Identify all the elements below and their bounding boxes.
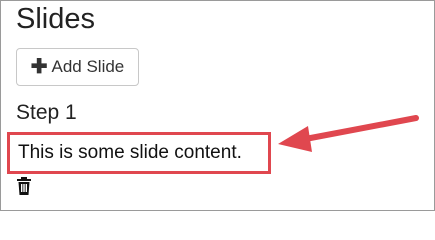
plus-icon: ✚ (30, 56, 48, 78)
add-slide-label: Add Slide (51, 57, 125, 76)
slide-content-highlight: This is some slide content. (7, 132, 271, 174)
page-title: Slides (16, 3, 95, 35)
annotation-arrow-icon (278, 115, 419, 152)
trash-icon[interactable] (16, 177, 32, 195)
slide-step-heading: Step 1 (16, 101, 77, 124)
add-slide-button[interactable]: ✚ Add Slide (16, 48, 139, 86)
slide-content-text: This is some slide content. (18, 142, 242, 163)
